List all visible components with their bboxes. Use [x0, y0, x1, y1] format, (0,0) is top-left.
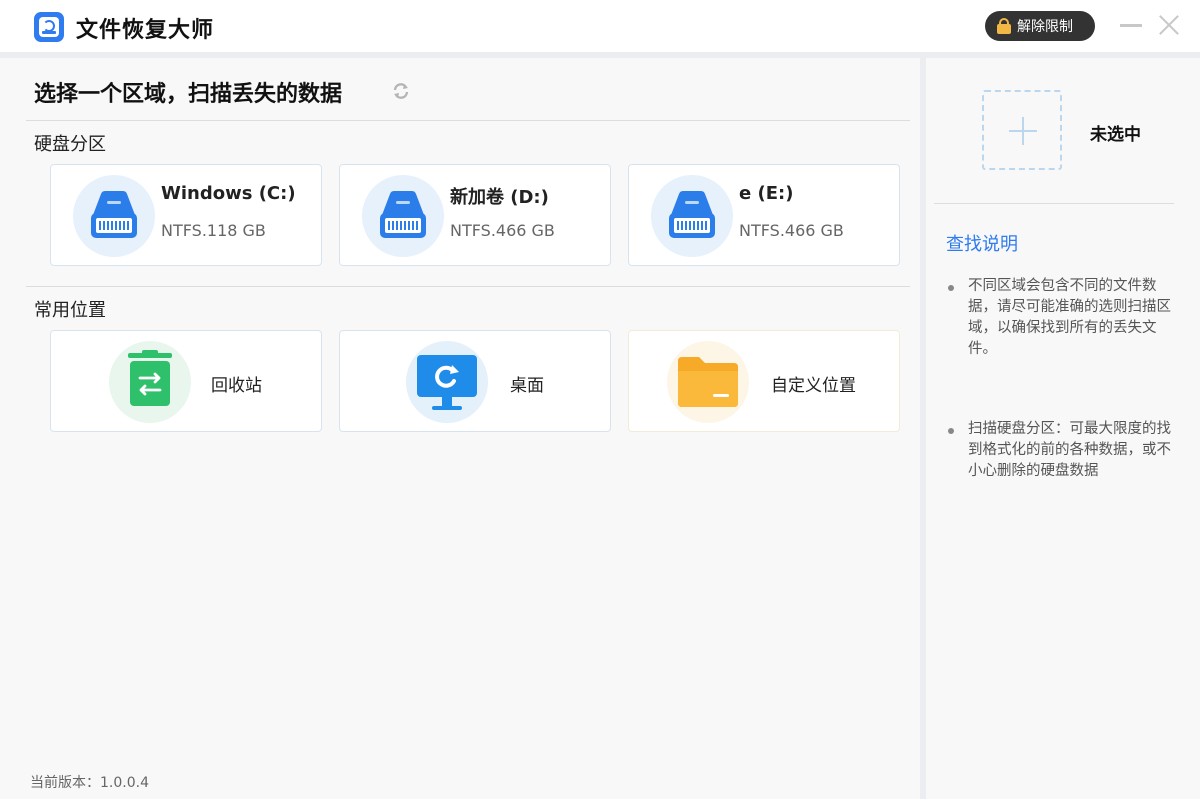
title-bar: 文件恢复大师 解除限制: [0, 0, 1200, 52]
unlock-button[interactable]: 解除限制: [985, 11, 1095, 41]
hard-drive-icon: [362, 175, 444, 257]
desktop-icon: [406, 341, 488, 423]
drive-card-d[interactable]: 新加卷 (D:) NTFS.466 GB: [339, 164, 611, 266]
recycle-bin-icon: [109, 341, 191, 423]
help-tip-text: 不同区域会包含不同的文件数据，请尽可能准确的选则扫描区域，以确保找到所有的丢失文…: [968, 278, 1171, 357]
drive-info: NTFS.466 GB: [450, 221, 555, 240]
minimize-button[interactable]: [1120, 14, 1142, 36]
close-button[interactable]: [1158, 14, 1180, 36]
drive-name: 新加卷 (D:): [450, 187, 549, 208]
common-section-title: 常用位置: [34, 300, 106, 321]
selection-status: 未选中: [1090, 125, 1141, 145]
add-location-button[interactable]: [982, 90, 1062, 170]
drive-card-c[interactable]: Windows (C:) NTFS.118 GB: [50, 164, 322, 266]
help-title: 查找说明: [946, 234, 1018, 255]
location-label: 桌面: [510, 376, 544, 396]
folder-icon: [667, 341, 749, 423]
location-label: 回收站: [211, 376, 262, 396]
disk-section-title: 硬盘分区: [34, 134, 106, 155]
side-panel: 未选中 查找说明 不同区域会包含不同的文件数据，请尽可能准确的选则扫描区域，以确…: [926, 58, 1200, 799]
app-title: 文件恢复大师: [76, 18, 215, 43]
divider: [26, 120, 910, 121]
app-logo-icon: [34, 12, 64, 42]
hard-drive-icon: [651, 175, 733, 257]
help-tip-text: 扫描硬盘分区：可最大限度的找到格式化的前的各种数据，或不小心删除的硬盘数据: [968, 421, 1171, 479]
drive-card-e[interactable]: e (E:) NTFS.466 GB: [628, 164, 900, 266]
location-card-custom[interactable]: 自定义位置: [628, 330, 900, 432]
divider: [26, 286, 910, 287]
drive-name: Windows (C:): [161, 183, 296, 204]
divider: [934, 203, 1174, 204]
drive-name: e (E:): [739, 183, 794, 204]
bullet-icon: [948, 428, 954, 434]
bullet-icon: [948, 285, 954, 291]
main-panel: 选择一个区域，扫描丢失的数据 硬盘分区 Windows (C:) NTFS.11…: [0, 58, 920, 799]
lock-icon: [997, 18, 1011, 34]
refresh-icon[interactable]: [392, 82, 410, 100]
drive-info: NTFS.118 GB: [161, 221, 266, 240]
location-card-desktop[interactable]: 桌面: [339, 330, 611, 432]
hard-drive-icon: [73, 175, 155, 257]
location-card-recycle-bin[interactable]: 回收站: [50, 330, 322, 432]
drive-info: NTFS.466 GB: [739, 221, 844, 240]
version-label: 当前版本：1.0.0.4: [30, 775, 149, 791]
location-label: 自定义位置: [771, 376, 856, 396]
page-title: 选择一个区域，扫描丢失的数据: [34, 82, 343, 107]
unlock-label: 解除限制: [1017, 19, 1073, 35]
